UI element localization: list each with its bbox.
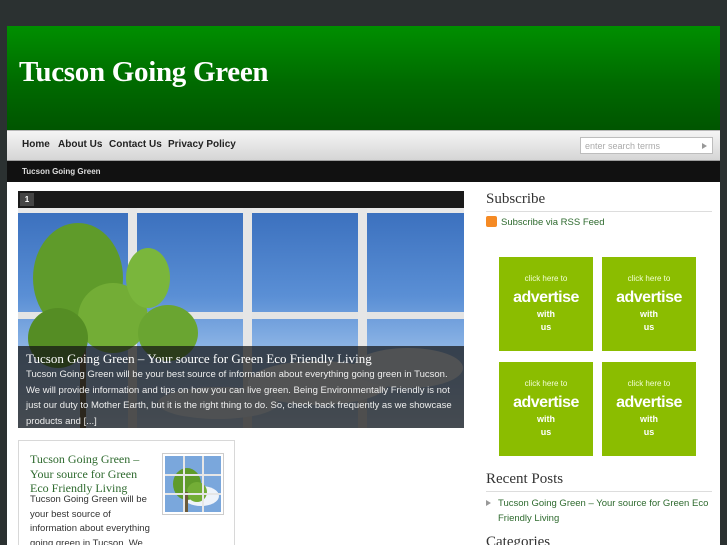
ad-line: click here to — [524, 379, 568, 388]
nav-privacy-policy[interactable]: Privacy Policy — [168, 139, 236, 150]
ad-line: us — [643, 427, 655, 437]
advertise-banner-3[interactable]: click here to advertise with us — [499, 362, 593, 456]
site-title[interactable]: Tucson Going Green — [19, 56, 269, 89]
ad-line: advertise — [616, 289, 682, 306]
nav-home[interactable]: Home — [22, 139, 50, 150]
ad-line: with — [537, 309, 555, 319]
subscribe-title: Subscribe — [486, 191, 712, 212]
rss-link-label: Subscribe via RSS Feed — [501, 217, 605, 228]
search-box — [580, 137, 713, 154]
ad-line: us — [540, 427, 552, 437]
nav-contact-us[interactable]: Contact Us — [109, 139, 162, 150]
categories-title: Categories — [486, 534, 712, 545]
ad-line: click here to — [627, 379, 671, 388]
slider-index[interactable]: 1 — [20, 193, 34, 206]
slider-caption-text: Tucson Going Green will be your best sou… — [26, 369, 452, 427]
slider-caption: Tucson Going Green – Your source for Gre… — [18, 346, 464, 428]
search-arrow-icon[interactable] — [702, 143, 707, 149]
ad-line: click here to — [627, 274, 671, 283]
ad-line: us — [643, 322, 655, 332]
ad-line: click here to — [524, 274, 568, 283]
post-title[interactable]: Tucson Going Green – Your source for Gre… — [30, 452, 148, 496]
main-navigation: Home About Us Contact Us Privacy Policy — [7, 130, 720, 161]
ad-line: with — [640, 309, 658, 319]
slider-caption-title[interactable]: Tucson Going Green – Your source for Gre… — [26, 351, 372, 367]
bullet-arrow-icon — [486, 500, 491, 506]
ad-line: with — [640, 414, 658, 424]
post-excerpt: Tucson Going Green will be your best sou… — [30, 494, 150, 545]
search-input[interactable] — [581, 138, 695, 153]
ad-line: advertise — [513, 394, 579, 411]
nav-about-us[interactable]: About Us — [58, 139, 102, 150]
featured-slider[interactable]: 1 Tucson Going Green – Your source for G… — [18, 191, 464, 428]
rss-icon — [486, 216, 497, 227]
thumbnail-image — [165, 456, 221, 512]
post-thumbnail[interactable] — [162, 453, 224, 515]
site-header: Tucson Going Green — [7, 26, 720, 130]
ad-line: advertise — [513, 289, 579, 306]
ad-line: us — [540, 322, 552, 332]
breadcrumb-bar: Tucson Going Green — [7, 161, 720, 182]
advertise-banner-2[interactable]: click here to advertise with us — [602, 257, 696, 351]
ad-line: advertise — [616, 394, 682, 411]
advertise-banner-1[interactable]: click here to advertise with us — [499, 257, 593, 351]
sidebar: Subscribe Subscribe via RSS Feed click h… — [486, 191, 712, 545]
recent-posts-title: Recent Posts — [486, 471, 712, 492]
rss-feed-link[interactable]: Subscribe via RSS Feed — [486, 216, 605, 228]
ad-line: with — [537, 414, 555, 424]
page-frame: Tucson Going Green Home About Us Contact… — [7, 26, 720, 545]
recent-post-link[interactable]: Tucson Going Green – Your source for Gre… — [498, 496, 712, 526]
post-card: Tucson Going Green – Your source for Gre… — [18, 440, 235, 545]
breadcrumb[interactable]: Tucson Going Green — [22, 167, 101, 176]
content-column: 1 Tucson Going Green – Your source for G… — [18, 191, 464, 545]
advertise-banner-4[interactable]: click here to advertise with us — [602, 362, 696, 456]
